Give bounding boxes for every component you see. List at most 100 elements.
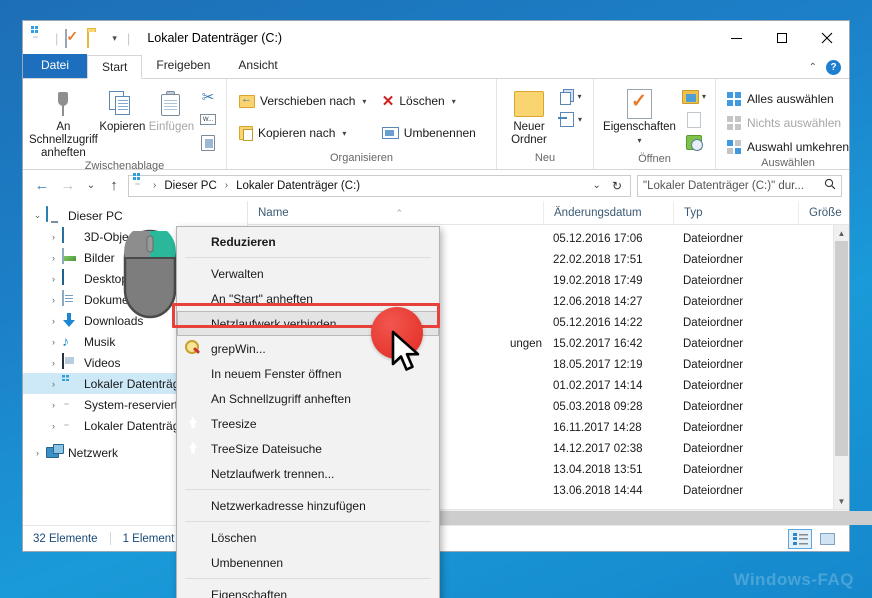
context-menu-item-netzwerkadresse-hinzufuegen[interactable]: Netzwerkadresse hinzufügen: [177, 493, 439, 518]
expander-icon[interactable]: ›: [45, 421, 62, 431]
maximize-button[interactable]: [759, 21, 804, 55]
column-header-aenderungsdatum[interactable]: Änderungsdatum: [543, 201, 673, 225]
tab-start[interactable]: Start: [87, 55, 142, 79]
chevron-down-icon[interactable]: ▾: [578, 115, 582, 124]
open-button[interactable]: ▾: [679, 86, 709, 107]
edit-button[interactable]: [679, 109, 709, 130]
scroll-up-button[interactable]: ▲: [834, 225, 849, 241]
collapse-ribbon-icon[interactable]: ⌃: [809, 62, 817, 73]
back-button[interactable]: ←: [30, 174, 54, 198]
breadcrumb-dieser-pc[interactable]: Dieser PC: [160, 179, 220, 193]
context-menu-item-an-start-anheften[interactable]: An "Start" anheften: [177, 286, 439, 311]
select-all-button[interactable]: Alles auswählen: [722, 88, 839, 109]
expander-icon[interactable]: ›: [45, 337, 62, 347]
expander-icon[interactable]: ›: [45, 274, 62, 284]
chevron-down-icon[interactable]: ⌄: [590, 180, 604, 191]
select-none-button[interactable]: Nichts auswählen: [722, 112, 846, 133]
rename-button[interactable]: Umbenennen: [376, 121, 490, 145]
expander-icon[interactable]: ›: [45, 358, 62, 368]
context-menu-item-verwalten[interactable]: Verwalten: [177, 261, 439, 286]
chevron-down-icon[interactable]: ▾: [577, 92, 581, 101]
expander-icon[interactable]: ›: [29, 448, 46, 458]
tree-item-dieser-pc[interactable]: ⌄ Dieser PC: [23, 205, 247, 226]
context-menu-item-umbenennen[interactable]: Umbenennen: [177, 550, 439, 575]
expander-icon[interactable]: ›: [45, 295, 62, 305]
expander-icon[interactable]: ›: [45, 253, 62, 263]
refresh-icon[interactable]: ↻: [608, 179, 626, 193]
tab-datei[interactable]: Datei: [23, 54, 87, 78]
scroll-down-button[interactable]: ▼: [834, 493, 849, 509]
chevron-down-icon[interactable]: ▾: [342, 129, 346, 138]
forward-button[interactable]: →: [56, 174, 80, 198]
easy-access-button[interactable]: ▾: [555, 109, 587, 130]
properties-icon[interactable]: [65, 30, 82, 47]
cell-type: Dateiordner: [673, 485, 798, 497]
scrollbar-thumb[interactable]: [835, 241, 848, 456]
tab-freigeben[interactable]: Freigeben: [142, 54, 224, 78]
scrollbar-track[interactable]: [834, 241, 849, 493]
expander-icon[interactable]: ›: [45, 232, 62, 242]
address-breadcrumb-box[interactable]: › Dieser PC › Lokaler Datenträger (C:) ⌄…: [128, 175, 631, 197]
context-menu-item-treesize[interactable]: Treesize: [177, 411, 439, 436]
copy-to-button[interactable]: Kopieren nach ▾: [233, 121, 376, 145]
properties-button[interactable]: Eigenschaften ▾: [600, 83, 679, 147]
help-icon[interactable]: ?: [826, 60, 841, 75]
context-menu-item-an-schnellzugriff-anheften[interactable]: An Schnellzugriff anheften: [177, 386, 439, 411]
context-menu-item-netzlaufwerk-trennen[interactable]: Netzlaufwerk trennen...: [177, 461, 439, 486]
tab-ansicht[interactable]: Ansicht: [224, 54, 291, 78]
chevron-down-icon[interactable]: ▾: [637, 134, 641, 147]
cut-button[interactable]: ✂: [196, 86, 220, 107]
context-menu-item-grepwin[interactable]: grepWin...: [177, 336, 439, 361]
expander-icon[interactable]: ›: [45, 316, 62, 326]
paste-button[interactable]: Einfügen: [147, 83, 196, 134]
details-view-button[interactable]: [788, 529, 812, 549]
view-buttons: [788, 529, 839, 549]
context-menu-item-loeschen[interactable]: Löschen: [177, 525, 439, 550]
chevron-down-icon[interactable]: ▾: [362, 97, 366, 106]
context-menu-label: TreeSize Dateisuche: [207, 442, 322, 456]
column-header-name[interactable]: Name ⌃: [248, 201, 543, 225]
cell-type: Dateiordner: [673, 254, 798, 266]
close-button[interactable]: [804, 21, 849, 55]
new-folder-button[interactable]: Neuer Ordner: [503, 83, 555, 147]
column-header-typ[interactable]: Typ: [673, 201, 798, 225]
search-box[interactable]: "Lokaler Datenträger (C:)" dur...: [637, 175, 842, 197]
recent-locations-button[interactable]: ⌄: [82, 174, 100, 198]
context-menu-label: Netzwerkadresse hinzufügen: [207, 499, 366, 513]
column-header-groesse[interactable]: Größe: [798, 201, 849, 225]
new-item-button[interactable]: ▾: [555, 86, 587, 107]
context-menu-item-eigenschaften[interactable]: Eigenschaften: [177, 582, 439, 598]
minimize-button[interactable]: [714, 21, 759, 55]
search-placeholder: "Lokaler Datenträger (C:)" dur...: [643, 180, 804, 192]
vertical-scrollbar[interactable]: ▲ ▼: [833, 225, 849, 509]
pin-icon: [52, 87, 74, 121]
expander-icon[interactable]: ›: [45, 379, 62, 389]
chevron-down-icon[interactable]: ▾: [702, 92, 706, 101]
copy-button[interactable]: Kopieren: [98, 83, 147, 134]
divider: [110, 532, 111, 545]
invert-selection-button[interactable]: Auswahl umkehren: [722, 136, 854, 157]
context-menu-item-reduzieren[interactable]: Reduzieren: [177, 229, 439, 254]
delete-button[interactable]: ✕ Löschen ▾: [376, 89, 490, 113]
rename-icon: [382, 127, 399, 139]
pin-to-quick-access-button[interactable]: An Schnellzugriff anheften: [29, 83, 98, 160]
context-menu-item-in-neuem-fenster-oeffnen[interactable]: In neuem Fenster öffnen: [177, 361, 439, 386]
copy-path-button[interactable]: W...: [196, 109, 220, 130]
breadcrumb-lokaler-datentraeger[interactable]: Lokaler Datenträger (C:): [232, 179, 364, 193]
tiles-view-button[interactable]: [815, 529, 839, 549]
expander-icon[interactable]: ›: [45, 400, 62, 410]
new-folder-icon[interactable]: [87, 30, 104, 47]
up-button[interactable]: ↑: [102, 174, 126, 198]
cell-date: 05.12.2016 17:06: [543, 233, 673, 245]
expander-icon[interactable]: ⌄: [29, 210, 46, 221]
cell-type: Dateiordner: [673, 338, 798, 350]
context-menu-item-treesize-dateisuche[interactable]: TreeSize Dateisuche: [177, 436, 439, 461]
context-menu[interactable]: Reduzieren Verwalten An "Start" anheften…: [176, 226, 440, 598]
chevron-down-icon[interactable]: ▾: [109, 33, 120, 44]
context-menu-item-netzlaufwerk-verbinden[interactable]: Netzlaufwerk verbinden...: [177, 311, 439, 336]
paste-shortcut-button[interactable]: [196, 132, 220, 153]
chevron-down-icon[interactable]: ▾: [452, 97, 456, 106]
move-to-button[interactable]: Verschieben nach ▾: [233, 89, 376, 113]
context-menu-label: An "Start" anheften: [207, 292, 313, 306]
history-button[interactable]: [679, 132, 709, 153]
